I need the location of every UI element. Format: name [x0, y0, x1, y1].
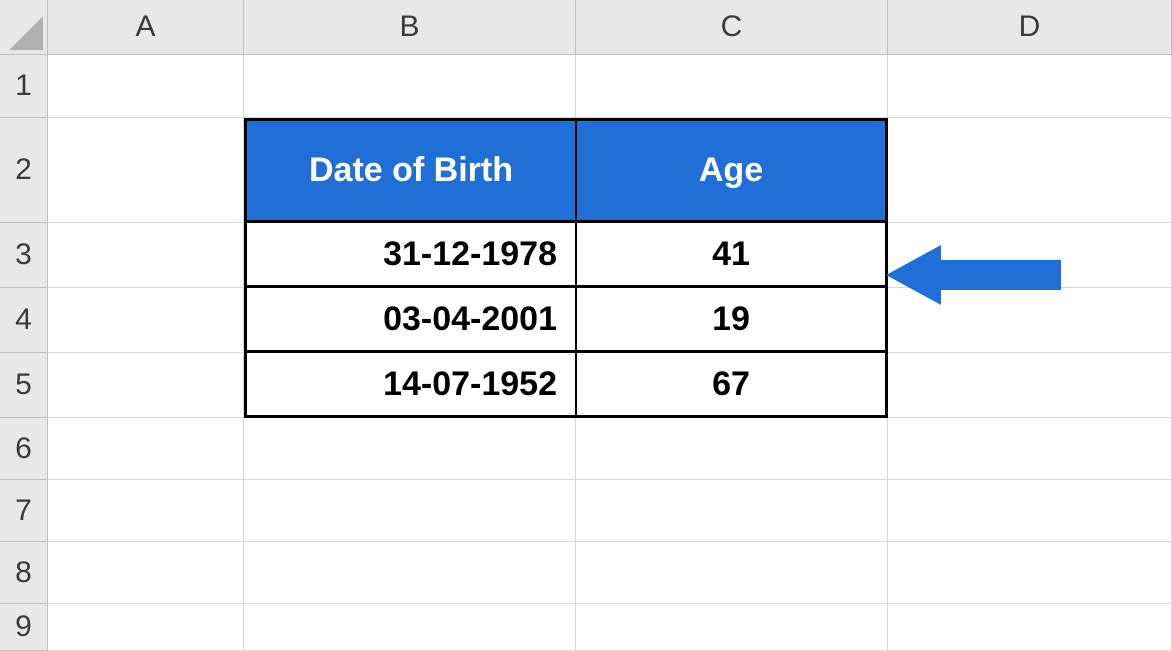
cell-B9[interactable] [244, 604, 576, 651]
col-header-B[interactable]: B [244, 0, 576, 55]
col-header-D[interactable]: D [888, 0, 1172, 55]
cell-C1[interactable] [576, 55, 888, 118]
cell-B7[interactable] [244, 480, 576, 542]
cell-D5[interactable] [888, 353, 1172, 418]
row-header-4[interactable]: 4 [0, 288, 48, 353]
cell-dob-2[interactable]: 14-07-1952 [244, 353, 576, 418]
cell-A8[interactable] [48, 542, 244, 604]
cell-A9[interactable] [48, 604, 244, 651]
cell-D7[interactable] [888, 480, 1172, 542]
cell-D2[interactable] [888, 118, 1172, 223]
cell-D3[interactable] [888, 223, 1172, 288]
cell-A2[interactable] [48, 118, 244, 223]
row-header-2[interactable]: 2 [0, 118, 48, 223]
cell-A1[interactable] [48, 55, 244, 118]
spreadsheet-grid: A B C D 1 2 Date of Birth Age 3 31-12-19… [0, 0, 1172, 651]
row-header-5[interactable]: 5 [0, 353, 48, 418]
row-header-6[interactable]: 6 [0, 418, 48, 480]
cell-age-0[interactable]: 41 [576, 223, 888, 288]
cell-C6[interactable] [576, 418, 888, 480]
cell-B6[interactable] [244, 418, 576, 480]
cell-A6[interactable] [48, 418, 244, 480]
row-header-9[interactable]: 9 [0, 604, 48, 651]
cell-age-1[interactable]: 19 [576, 288, 888, 353]
cell-C8[interactable] [576, 542, 888, 604]
select-all-corner[interactable] [0, 0, 48, 55]
row-header-8[interactable]: 8 [0, 542, 48, 604]
cell-dob-0[interactable]: 31-12-1978 [244, 223, 576, 288]
cell-A4[interactable] [48, 288, 244, 353]
cell-D4[interactable] [888, 288, 1172, 353]
cell-D1[interactable] [888, 55, 1172, 118]
row-header-1[interactable]: 1 [0, 55, 48, 118]
cell-B8[interactable] [244, 542, 576, 604]
cell-B1[interactable] [244, 55, 576, 118]
cell-dob-1[interactable]: 03-04-2001 [244, 288, 576, 353]
col-header-C[interactable]: C [576, 0, 888, 55]
row-header-7[interactable]: 7 [0, 480, 48, 542]
cell-A3[interactable] [48, 223, 244, 288]
cell-A7[interactable] [48, 480, 244, 542]
cell-C7[interactable] [576, 480, 888, 542]
col-header-A[interactable]: A [48, 0, 244, 55]
cell-age-2[interactable]: 67 [576, 353, 888, 418]
cell-A5[interactable] [48, 353, 244, 418]
cell-D8[interactable] [888, 542, 1172, 604]
cell-D9[interactable] [888, 604, 1172, 651]
cell-C9[interactable] [576, 604, 888, 651]
cell-D6[interactable] [888, 418, 1172, 480]
table-header-dob[interactable]: Date of Birth [244, 118, 576, 223]
table-header-age[interactable]: Age [576, 118, 888, 223]
row-header-3[interactable]: 3 [0, 223, 48, 288]
